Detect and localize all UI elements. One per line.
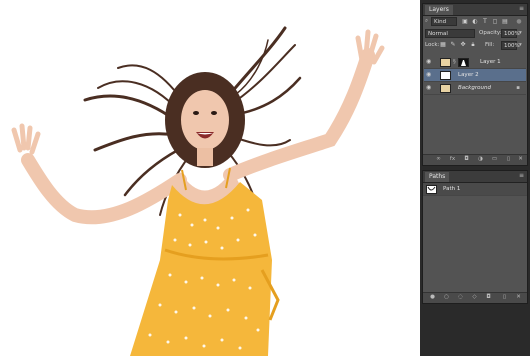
yellow-dress [130, 182, 272, 356]
stroke-path-icon[interactable]: ○ [443, 294, 450, 301]
new-layer-icon[interactable]: ▯ [505, 156, 512, 163]
tab-layers[interactable]: Layers [425, 5, 453, 15]
panel-menu-icon[interactable]: ≡ [519, 173, 524, 179]
smart-object-filter-icon[interactable]: ▤ [501, 18, 509, 26]
panel-menu-icon[interactable]: ≡ [519, 6, 524, 12]
lock-all-icon[interactable]: 🔒︎ [469, 41, 477, 49]
add-mask-icon[interactable]: ◘ [463, 156, 470, 163]
left-arm [21, 153, 187, 225]
layer-row-layer-1[interactable]: ◉ § Layer 1 [424, 56, 526, 69]
adjustment-layer-icon[interactable]: ◑ [477, 156, 484, 163]
chevron-down-icon[interactable]: ▾ [519, 41, 522, 50]
link-layers-icon[interactable]: ∞ [435, 156, 442, 163]
new-path-icon[interactable]: ▯ [501, 294, 508, 301]
layers-tabbar: Layers ≡ [423, 4, 527, 16]
opacity-input[interactable]: 100% [501, 29, 520, 38]
eye-icon[interactable]: ◉ [426, 72, 433, 78]
lock-pixels-icon[interactable]: ✎ [449, 41, 457, 49]
opacity-label: Opacity: [479, 30, 502, 36]
paths-panel: Paths ≡ Path 1 ● ○ ◌ ◇ ◘ ▯ ✕ [422, 170, 528, 304]
lock-label: Lock: [425, 42, 440, 48]
load-selection-icon[interactable]: ◌ [457, 294, 464, 301]
new-group-icon[interactable]: ▭ [491, 156, 498, 163]
filter-toggle-icon[interactable]: ● [515, 18, 523, 26]
layers-panel: Layers ≡ ⌕ Kind ▣ ◐ T ◻ ▤ ● Normal Opaci… [422, 3, 528, 166]
type-filter-icon[interactable]: T [481, 18, 489, 26]
fill-input[interactable]: 100% [501, 41, 520, 50]
blend-mode-select[interactable]: Normal [425, 29, 475, 38]
link-icon[interactable]: § [453, 58, 456, 67]
fill-label: Fill: [485, 42, 495, 48]
layer-mask-thumbnail[interactable] [458, 58, 469, 67]
shape-filter-icon[interactable]: ◻ [491, 18, 499, 26]
trash-icon[interactable]: ✕ [517, 156, 524, 163]
filter-kind-select[interactable]: Kind [431, 17, 457, 26]
path-thumbnail [426, 185, 437, 194]
layer-list: ◉ § Layer 1 ◉ Layer 2 ◉ Background ▪ [424, 56, 526, 156]
chevron-down-icon[interactable]: ▾ [519, 29, 522, 38]
layer-thumbnail [440, 58, 451, 67]
blend-row: Normal Opacity: 100% ▾ [423, 28, 527, 40]
layer-thumbnail [440, 84, 451, 93]
paths-bottom-bar: ● ○ ◌ ◇ ◘ ▯ ✕ [423, 292, 527, 303]
paths-tabbar: Paths ≡ [423, 171, 527, 183]
path-name[interactable]: Path 1 [443, 183, 460, 196]
path-row-path-1[interactable]: Path 1 [423, 183, 527, 196]
add-mask-icon[interactable]: ◘ [485, 294, 492, 301]
tab-paths[interactable]: Paths [425, 172, 450, 182]
search-icon: ⌕ [425, 18, 429, 24]
eye-icon[interactable]: ◉ [426, 85, 433, 91]
lock-row: Lock: ▦ ✎ ✥ 🔒︎ Fill: 100% ▾ [423, 40, 527, 52]
layers-bottom-bar: ∞ fx ◘ ◑ ▭ ▯ ✕ [423, 154, 527, 165]
adjustment-filter-icon[interactable]: ◐ [471, 18, 479, 26]
layer-name[interactable]: Background [458, 82, 491, 95]
pixel-filter-icon[interactable]: ▣ [461, 18, 469, 26]
make-work-path-icon[interactable]: ◇ [471, 294, 478, 301]
eye-icon[interactable]: ◉ [426, 59, 433, 65]
lock-position-icon[interactable]: ✥ [459, 41, 467, 49]
layer-row-background[interactable]: ◉ Background ▪ [424, 82, 526, 95]
layers-filter-row: ⌕ Kind ▣ ◐ T ◻ ▤ ● [423, 16, 527, 28]
trash-icon[interactable]: ✕ [515, 294, 522, 301]
lock-transparency-icon[interactable]: ▦ [439, 41, 447, 49]
layer-name[interactable]: Layer 2 [458, 69, 479, 82]
document-canvas[interactable] [0, 0, 420, 356]
fx-icon[interactable]: fx [449, 156, 456, 163]
fill-path-icon[interactable]: ● [429, 294, 436, 301]
face [181, 90, 229, 150]
photo-woman-yellow-dress [11, 26, 385, 356]
layer-name[interactable]: Layer 1 [480, 56, 501, 69]
right-arm [223, 48, 375, 182]
layer-row-layer-2[interactable]: ◉ Layer 2 [424, 69, 526, 82]
lock-icon: ▪ [516, 85, 520, 91]
layer-thumbnail [440, 71, 451, 80]
